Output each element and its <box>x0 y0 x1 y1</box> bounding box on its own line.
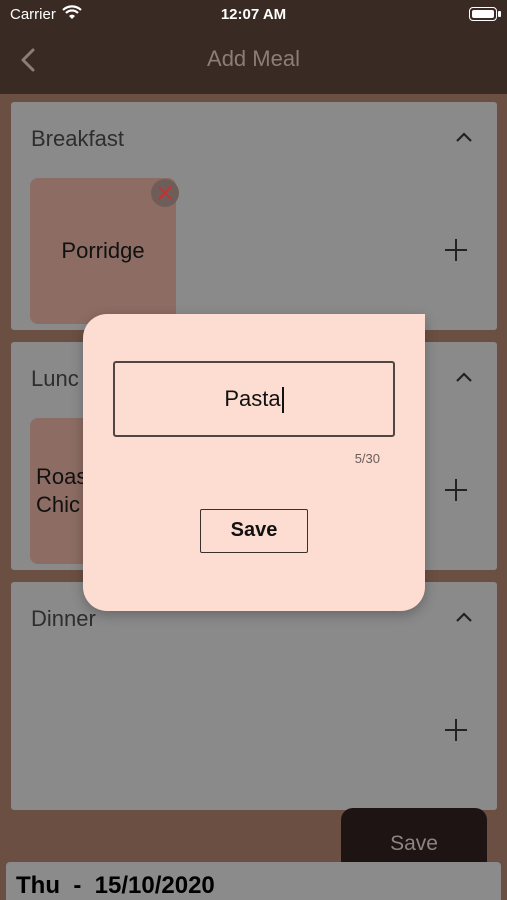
breakfast-section: Breakfast Porridge <box>11 102 497 330</box>
status-bar: Carrier 12:07 AM <box>0 0 507 30</box>
add-lunch-icon[interactable] <box>445 479 467 501</box>
date-bar: Thu - 15/10/2020 <box>6 862 501 900</box>
page-title: Add Meal <box>207 46 300 71</box>
battery-icon <box>469 7 501 21</box>
clock-time: 12:07 AM <box>220 6 287 23</box>
breakfast-title: Breakfast <box>31 126 124 151</box>
dialog-save-button[interactable]: Save <box>200 509 308 553</box>
chevron-up-icon[interactable] <box>455 371 473 383</box>
lunch-title: Lunc <box>31 366 79 391</box>
text-caret <box>281 387 284 414</box>
meal-name-value: Pasta <box>224 386 281 411</box>
dinner-title: Dinner <box>31 606 96 631</box>
character-counter: 5/30 <box>354 451 380 466</box>
meal-name-input[interactable]: Pasta <box>113 361 395 437</box>
navigation-bar: Add Meal <box>0 30 507 94</box>
chevron-up-icon[interactable] <box>455 131 473 143</box>
dinner-section: Dinner <box>11 582 497 810</box>
remove-meal-icon[interactable] <box>151 179 179 207</box>
add-dinner-icon[interactable] <box>445 719 467 741</box>
meal-tile-label: Porridge <box>61 238 145 263</box>
date-label: Thu - 15/10/2020 <box>16 872 215 899</box>
meal-tile-label-line1: Roas <box>36 464 88 489</box>
add-meal-dialog: Pasta 5/30 Save <box>83 314 425 611</box>
meal-tile-label-line2: Chic <box>36 492 81 517</box>
chevron-up-icon[interactable] <box>455 611 473 623</box>
add-breakfast-icon[interactable] <box>445 239 467 261</box>
